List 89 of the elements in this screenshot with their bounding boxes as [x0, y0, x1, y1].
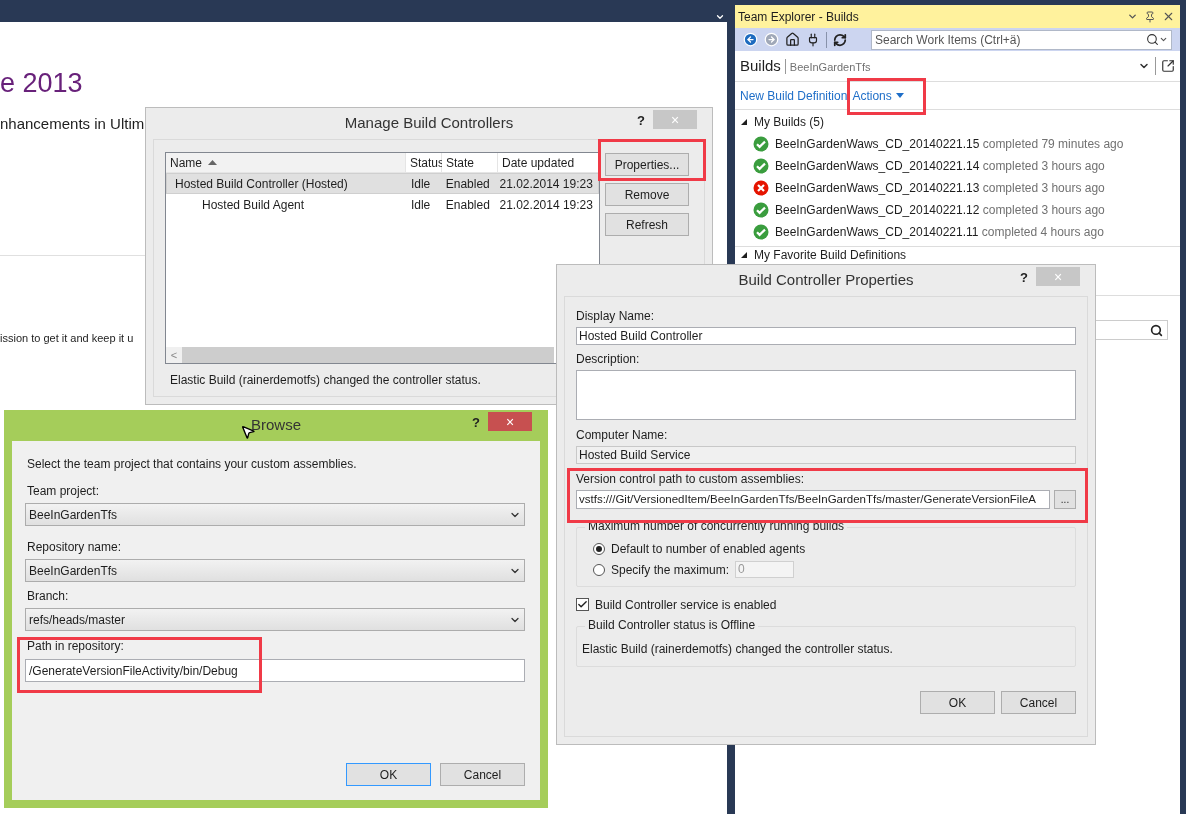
build-link[interactable]: BeeInGardenWaws_CD_20140221.11: [775, 225, 979, 239]
read-only-field: Hosted Build Service: [576, 446, 1076, 464]
dropdown[interactable]: BeeInGardenTfs: [25, 559, 525, 582]
dialog-button[interactable]: Cancel: [1001, 691, 1076, 714]
build-status-text: completed 3 hours ago: [982, 159, 1105, 173]
pin-icon[interactable]: [1144, 10, 1156, 23]
table-cell-text: 21.02.2014 19:23: [498, 196, 594, 214]
build-status-text: completed 3 hours ago: [982, 181, 1105, 195]
radio-label[interactable]: Default to number of enabled agents: [611, 541, 806, 556]
dialog-button[interactable]: Properties...: [605, 153, 689, 176]
field-label: Description:: [576, 352, 641, 366]
help-glyph[interactable]: ?: [472, 413, 480, 433]
project-name: BeeInGardenTfs: [789, 59, 872, 75]
search-icon[interactable]: [1146, 33, 1159, 46]
radio-button[interactable]: [593, 542, 605, 555]
page-heading: e 2013: [0, 70, 84, 97]
collapse-triangle-icon[interactable]: [740, 251, 748, 259]
browse-button[interactable]: ...: [1054, 490, 1076, 509]
table-cell-text: 21.02.2014 19:23: [498, 175, 594, 193]
dialog-title: Browse: [251, 415, 301, 436]
build-status-text: completed 4 hours ago: [981, 225, 1104, 239]
instruction-text: Select the team project that contains your custom assemblies.: [27, 457, 358, 471]
undock-icon[interactable]: [1161, 59, 1175, 73]
dropdown[interactable]: refs/heads/master: [25, 608, 525, 631]
column-header[interactable]: Name: [166, 153, 406, 172]
field-label: Path in repository:: [27, 639, 125, 653]
page-subheading: nhancements in Ultim: [0, 116, 145, 131]
section-header[interactable]: My Builds (5): [754, 115, 824, 129]
dialog-button[interactable]: Cancel: [440, 763, 525, 786]
field-label: Display Name:: [576, 309, 656, 323]
radio-button[interactable]: [593, 563, 605, 576]
table-cell-text: Hosted Build Agent: [201, 196, 306, 214]
home-icon[interactable]: [785, 32, 800, 47]
field-label: Computer Name:: [576, 428, 669, 442]
collapse-triangle-icon[interactable]: [740, 118, 748, 126]
table-row[interactable]: Hosted Build Agent Idle Enabled 21.02.2014 19:23: [166, 194, 599, 215]
section-header[interactable]: My Favorite Build Definitions: [754, 248, 907, 262]
table-cell-text: Idle: [409, 175, 432, 193]
build-status-text: completed 3 hours ago: [982, 203, 1105, 217]
close-button[interactable]: ×: [488, 412, 532, 431]
build-link[interactable]: BeeInGardenWaws_CD_20140221.12: [775, 203, 980, 217]
dialog-button[interactable]: OK: [346, 763, 431, 786]
field-label: Repository name:: [27, 540, 123, 554]
help-glyph[interactable]: ?: [1020, 268, 1028, 288]
text-field[interactable]: Hosted Build Controller: [576, 327, 1076, 345]
build-status-text: completed 79 minutes ago: [982, 137, 1124, 151]
caret-icon: [895, 93, 904, 98]
close-icon[interactable]: [1162, 10, 1175, 23]
dialog-button[interactable]: OK: [920, 691, 995, 714]
table-cell-text: Enabled: [444, 196, 491, 214]
sort-arrow-icon: [208, 160, 217, 165]
help-glyph[interactable]: ?: [637, 111, 645, 131]
dialog-button[interactable]: Remove: [605, 183, 689, 206]
search-icon[interactable]: [1150, 323, 1163, 337]
field-label: Version control path to custom assemblies:: [576, 472, 806, 486]
dropdown[interactable]: BeeInGardenTfs: [25, 503, 525, 526]
text-field[interactable]: vstfs:///Git/VersionedItem/BeeInGardenTfs/BeeInGardenTfs/master/GenerateVersionFileA: [576, 490, 1050, 509]
checkbox[interactable]: [576, 598, 589, 611]
dialog-title: Manage Build Controllers: [344, 113, 514, 134]
table-cell-text: Hosted Build Controller (Hosted): [174, 175, 349, 193]
field-label: Team project:: [27, 484, 101, 498]
table-cell-text: Enabled: [444, 175, 491, 193]
status-message: Elastic Build (rainerdemotfs) changed the controller status.: [582, 642, 893, 656]
page-text: ission to get it and keep it u: [0, 333, 134, 344]
back-icon[interactable]: [743, 32, 758, 47]
panel-title: Team Explorer - Builds: [738, 8, 860, 26]
dropdown-icon[interactable]: [1127, 11, 1138, 22]
page-title: Builds: [740, 55, 781, 76]
table-cell-text: Idle: [409, 196, 432, 214]
dropdown-icon[interactable]: [1159, 35, 1168, 44]
text-field[interactable]: /GenerateVersionFileActivity/bin/Debug: [25, 659, 525, 682]
build-link[interactable]: BeeInGardenWaws_CD_20140221.13: [775, 181, 980, 195]
group-title: Build Controller status is Offline: [585, 618, 759, 632]
link[interactable]: New Build Definition: [740, 86, 848, 105]
column-header[interactable]: State: [442, 153, 498, 172]
search-field[interactable]: Search Work Items (Ctrl+ä): [871, 29, 1172, 50]
build-link[interactable]: BeeInGardenWaws_CD_20140221.15: [775, 137, 980, 151]
plug-icon[interactable]: [806, 32, 820, 47]
dialog-button[interactable]: Refresh: [605, 213, 689, 236]
build-link[interactable]: BeeInGardenWaws_CD_20140221.14: [775, 159, 980, 173]
refresh-icon[interactable]: [833, 32, 847, 47]
checkbox-label[interactable]: Build Controller service is enabled: [595, 597, 777, 612]
actions-menu[interactable]: Actions: [852, 86, 904, 105]
status-message: Elastic Build (rainerdemotfs) changed the controller status.: [169, 372, 482, 389]
dropdown-icon[interactable]: [715, 12, 725, 22]
dialog-title: Build Controller Properties: [738, 270, 914, 291]
field-label: Branch:: [27, 589, 70, 603]
table-row[interactable]: Hosted Build Controller (Hosted) Idle Enabled 21.02.2014 19:23: [166, 173, 599, 194]
radio-label[interactable]: Specify the maximum:: [611, 562, 730, 577]
